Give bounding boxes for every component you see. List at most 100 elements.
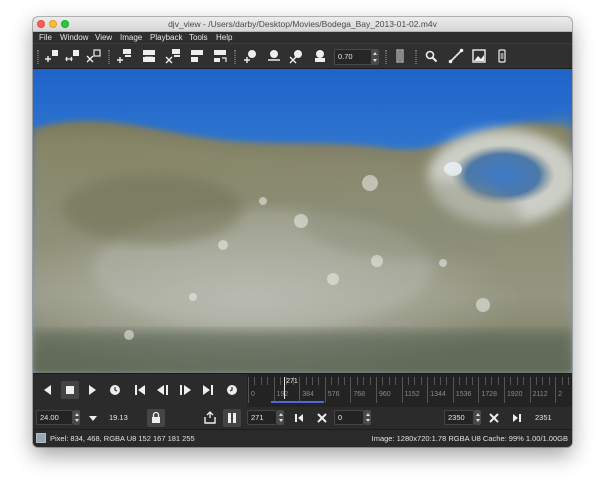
toolbar-separator [385, 50, 387, 64]
out-point-input[interactable]: 2350 [444, 410, 474, 425]
timeline-minor-tick [331, 377, 333, 385]
step-forward-icon[interactable] [176, 381, 194, 399]
window-close-icon[interactable] [85, 47, 103, 65]
menu-playback[interactable]: Playback [150, 32, 182, 43]
timeline-minor-tick [408, 377, 409, 385]
timeline-tick-label: 768 [353, 391, 366, 398]
pixel-color-swatch [36, 433, 46, 443]
menu-tools[interactable]: Tools [189, 32, 208, 43]
timeline-tick-label: 960 [379, 391, 391, 398]
go-to-end-icon[interactable] [199, 381, 217, 399]
lock-icon[interactable] [147, 409, 165, 427]
zoom-input[interactable]: 0.70 [334, 49, 376, 65]
timeline-tick-label: 192 [276, 391, 289, 398]
timeline-major-tick [529, 377, 531, 403]
menu-bar: File Window View Image Playback Tools He… [33, 32, 572, 43]
timeline-major-tick [350, 377, 352, 403]
window-new-icon[interactable] [43, 47, 61, 65]
menu-help[interactable]: Help [216, 32, 232, 43]
zoom-reset-icon[interactable] [288, 47, 306, 65]
pause-icon[interactable] [223, 409, 241, 427]
zoom-stepper[interactable] [371, 49, 379, 65]
timeline-minor-tick [356, 377, 358, 385]
window-copy-icon[interactable] [64, 47, 82, 65]
timeline-minor-tick [312, 377, 313, 385]
play-reverse-icon[interactable] [39, 381, 57, 399]
timeline-minor-tick [433, 377, 435, 385]
timeline-minor-tick [497, 377, 499, 385]
histogram-icon[interactable] [470, 47, 488, 65]
title-bar[interactable]: djv_view - /Users/darby/Desktop/Movies/B… [33, 17, 572, 32]
timeline-tick-label: 384 [302, 391, 314, 398]
view-left-icon[interactable] [115, 47, 133, 65]
timeline-major-tick [324, 377, 326, 403]
play-forward-icon[interactable] [83, 381, 101, 399]
current-frame-input[interactable]: 271 [247, 410, 277, 425]
toolbar: 0.70 [33, 43, 572, 69]
timeline-minor-tick [337, 377, 339, 385]
playback-speed-icon[interactable] [223, 381, 241, 399]
in-point-stepper[interactable] [364, 410, 371, 425]
timeline-major-tick [504, 377, 505, 403]
fps-input[interactable]: 24.00 [36, 410, 73, 425]
magnify-icon[interactable] [422, 47, 440, 65]
timeline-minor-tick [363, 377, 365, 385]
frame-timeline[interactable]: 0 192 384 576 768 960 1152 1344 1536 1728 1920 2112… [247, 374, 572, 408]
menu-image[interactable]: Image [120, 32, 142, 43]
toolbar-separator [108, 50, 110, 64]
timeline-tick-label: 2 [558, 391, 563, 398]
timeline-minor-tick [459, 377, 461, 385]
zoom-in-icon[interactable] [242, 47, 260, 65]
step-back-icon[interactable] [154, 381, 172, 399]
zoom-fit-icon[interactable] [311, 47, 329, 65]
pixel-info: Pixel: 834, 468, RGBA U8 152 167 181 255 [50, 434, 195, 443]
timeline-minor-tick [484, 377, 486, 385]
fps-dropdown-icon[interactable] [84, 409, 102, 427]
timeline-major-tick [248, 377, 249, 403]
timeline-minor-tick [523, 377, 525, 385]
zoom-out-icon[interactable] [265, 47, 283, 65]
color-picker-icon[interactable] [391, 47, 409, 65]
toolbar-separator [234, 50, 236, 64]
in-point-input[interactable]: 0 [334, 410, 364, 425]
info-icon[interactable] [493, 47, 511, 65]
timeline-minor-tick [568, 377, 569, 385]
menu-view[interactable]: View [95, 32, 112, 43]
view-center-icon[interactable] [211, 47, 229, 65]
timeline-major-tick [478, 377, 480, 403]
stop-icon[interactable] [61, 381, 79, 399]
timeline-minor-tick [510, 377, 512, 385]
timeline-tick-label: 1152 [404, 391, 420, 398]
timeline-minor-tick [344, 377, 345, 385]
clear-out-point-icon[interactable] [485, 409, 503, 427]
timeline-major-tick [299, 377, 301, 403]
timeline-major-tick [376, 377, 377, 403]
clear-in-point-icon[interactable] [313, 409, 331, 427]
loop-icon[interactable] [106, 381, 124, 399]
image-viewport[interactable] [33, 69, 572, 373]
timeline-minor-tick [280, 377, 281, 385]
menu-file[interactable]: File [39, 32, 52, 43]
ruler-icon[interactable] [447, 47, 465, 65]
timeline-major-tick [427, 377, 429, 403]
current-frame-stepper[interactable] [277, 410, 284, 425]
frame-export-icon[interactable] [201, 409, 219, 427]
menu-window[interactable]: Window [60, 32, 88, 43]
duration-display: 2351 [531, 410, 568, 425]
view-down-icon[interactable] [188, 47, 206, 65]
timeline-minor-tick [414, 377, 416, 385]
set-out-point-icon[interactable] [508, 409, 526, 427]
set-in-point-icon[interactable] [290, 409, 308, 427]
timeline-minor-tick [536, 377, 537, 385]
timeline-minor-tick [542, 377, 544, 385]
timeline-tick-label: 1536 [455, 391, 472, 398]
view-up-icon[interactable] [164, 47, 182, 65]
fps-stepper[interactable] [73, 410, 80, 425]
timeline-minor-tick [440, 377, 441, 385]
video-frame-image [33, 69, 572, 373]
view-right-icon[interactable] [140, 47, 158, 65]
app-window: djv_view - /Users/darby/Desktop/Movies/B… [33, 17, 572, 447]
go-to-start-icon[interactable] [131, 381, 149, 399]
out-point-stepper[interactable] [474, 410, 481, 425]
timeline-playhead[interactable] [284, 377, 286, 399]
